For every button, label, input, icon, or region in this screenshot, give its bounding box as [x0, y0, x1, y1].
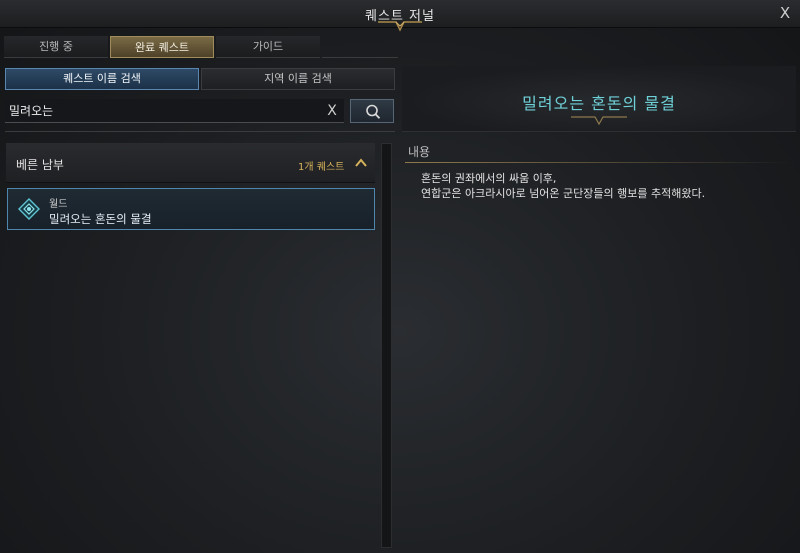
tab-guide[interactable]: 가이드 [216, 36, 320, 58]
search-mode-toggle: 퀘스트 이름 검색 지역 이름 검색 [5, 68, 395, 90]
region-header[interactable]: 베른 남부 1개 퀘스트 [6, 143, 375, 183]
quest-detail-title: 밀려오는 혼돈의 물결 [522, 94, 676, 113]
search-by-quest-name-button[interactable]: 퀘스트 이름 검색 [5, 68, 199, 90]
quest-journal-window: 퀘스트 저널 X 진행 중 완료 퀘스트 가이드 퀘스트 이름 검색 지역 이름… [0, 0, 800, 553]
clear-search-button[interactable]: X [323, 102, 341, 120]
detail-ornament-icon [571, 116, 627, 126]
region-name: 베른 남부 [16, 158, 64, 172]
search-button[interactable] [350, 99, 394, 123]
tab-in-progress[interactable]: 진행 중 [4, 36, 108, 58]
tab-completed-quests[interactable]: 완료 퀘스트 [110, 36, 214, 58]
quest-detail-header: 밀려오는 혼돈의 물결 [402, 66, 796, 132]
close-icon: X [779, 4, 791, 22]
search-input[interactable] [5, 99, 344, 123]
clear-icon: X [327, 103, 337, 119]
title-ornament-icon [378, 21, 422, 32]
quest-list-item[interactable]: 월드 밀려오는 혼돈의 물결 [7, 188, 375, 230]
content-section-label: 내용 [408, 145, 431, 159]
region-quest-count: 1개 퀘스트 [298, 162, 345, 173]
world-quest-icon [18, 198, 40, 220]
description-line: 연합군은 아크라시아로 넘어온 군단장들의 행보를 추적해왔다. [421, 187, 706, 200]
search-row: X [5, 99, 395, 123]
scrollbar[interactable] [381, 143, 392, 548]
description-line: 혼돈의 권좌에서의 싸움 이후, [421, 172, 557, 185]
search-icon [366, 104, 381, 119]
search-by-region-name-button[interactable]: 지역 이름 검색 [201, 68, 395, 90]
close-button[interactable]: X [776, 4, 794, 22]
journal-tabs: 진행 중 완료 퀘스트 가이드 [4, 36, 398, 58]
quest-title: 밀려오는 혼돈의 물결 [49, 212, 152, 226]
section-divider [405, 162, 795, 163]
title-bar: 퀘스트 저널 X [0, 0, 800, 32]
quest-type: 월드 [49, 199, 68, 210]
divider [5, 131, 395, 132]
tab-spacer [322, 36, 398, 58]
chevron-up-icon[interactable] [353, 155, 369, 171]
quest-description: 혼돈의 권좌에서의 싸움 이후, 연합군은 아크라시아로 넘어온 군단장들의 행… [421, 171, 705, 201]
